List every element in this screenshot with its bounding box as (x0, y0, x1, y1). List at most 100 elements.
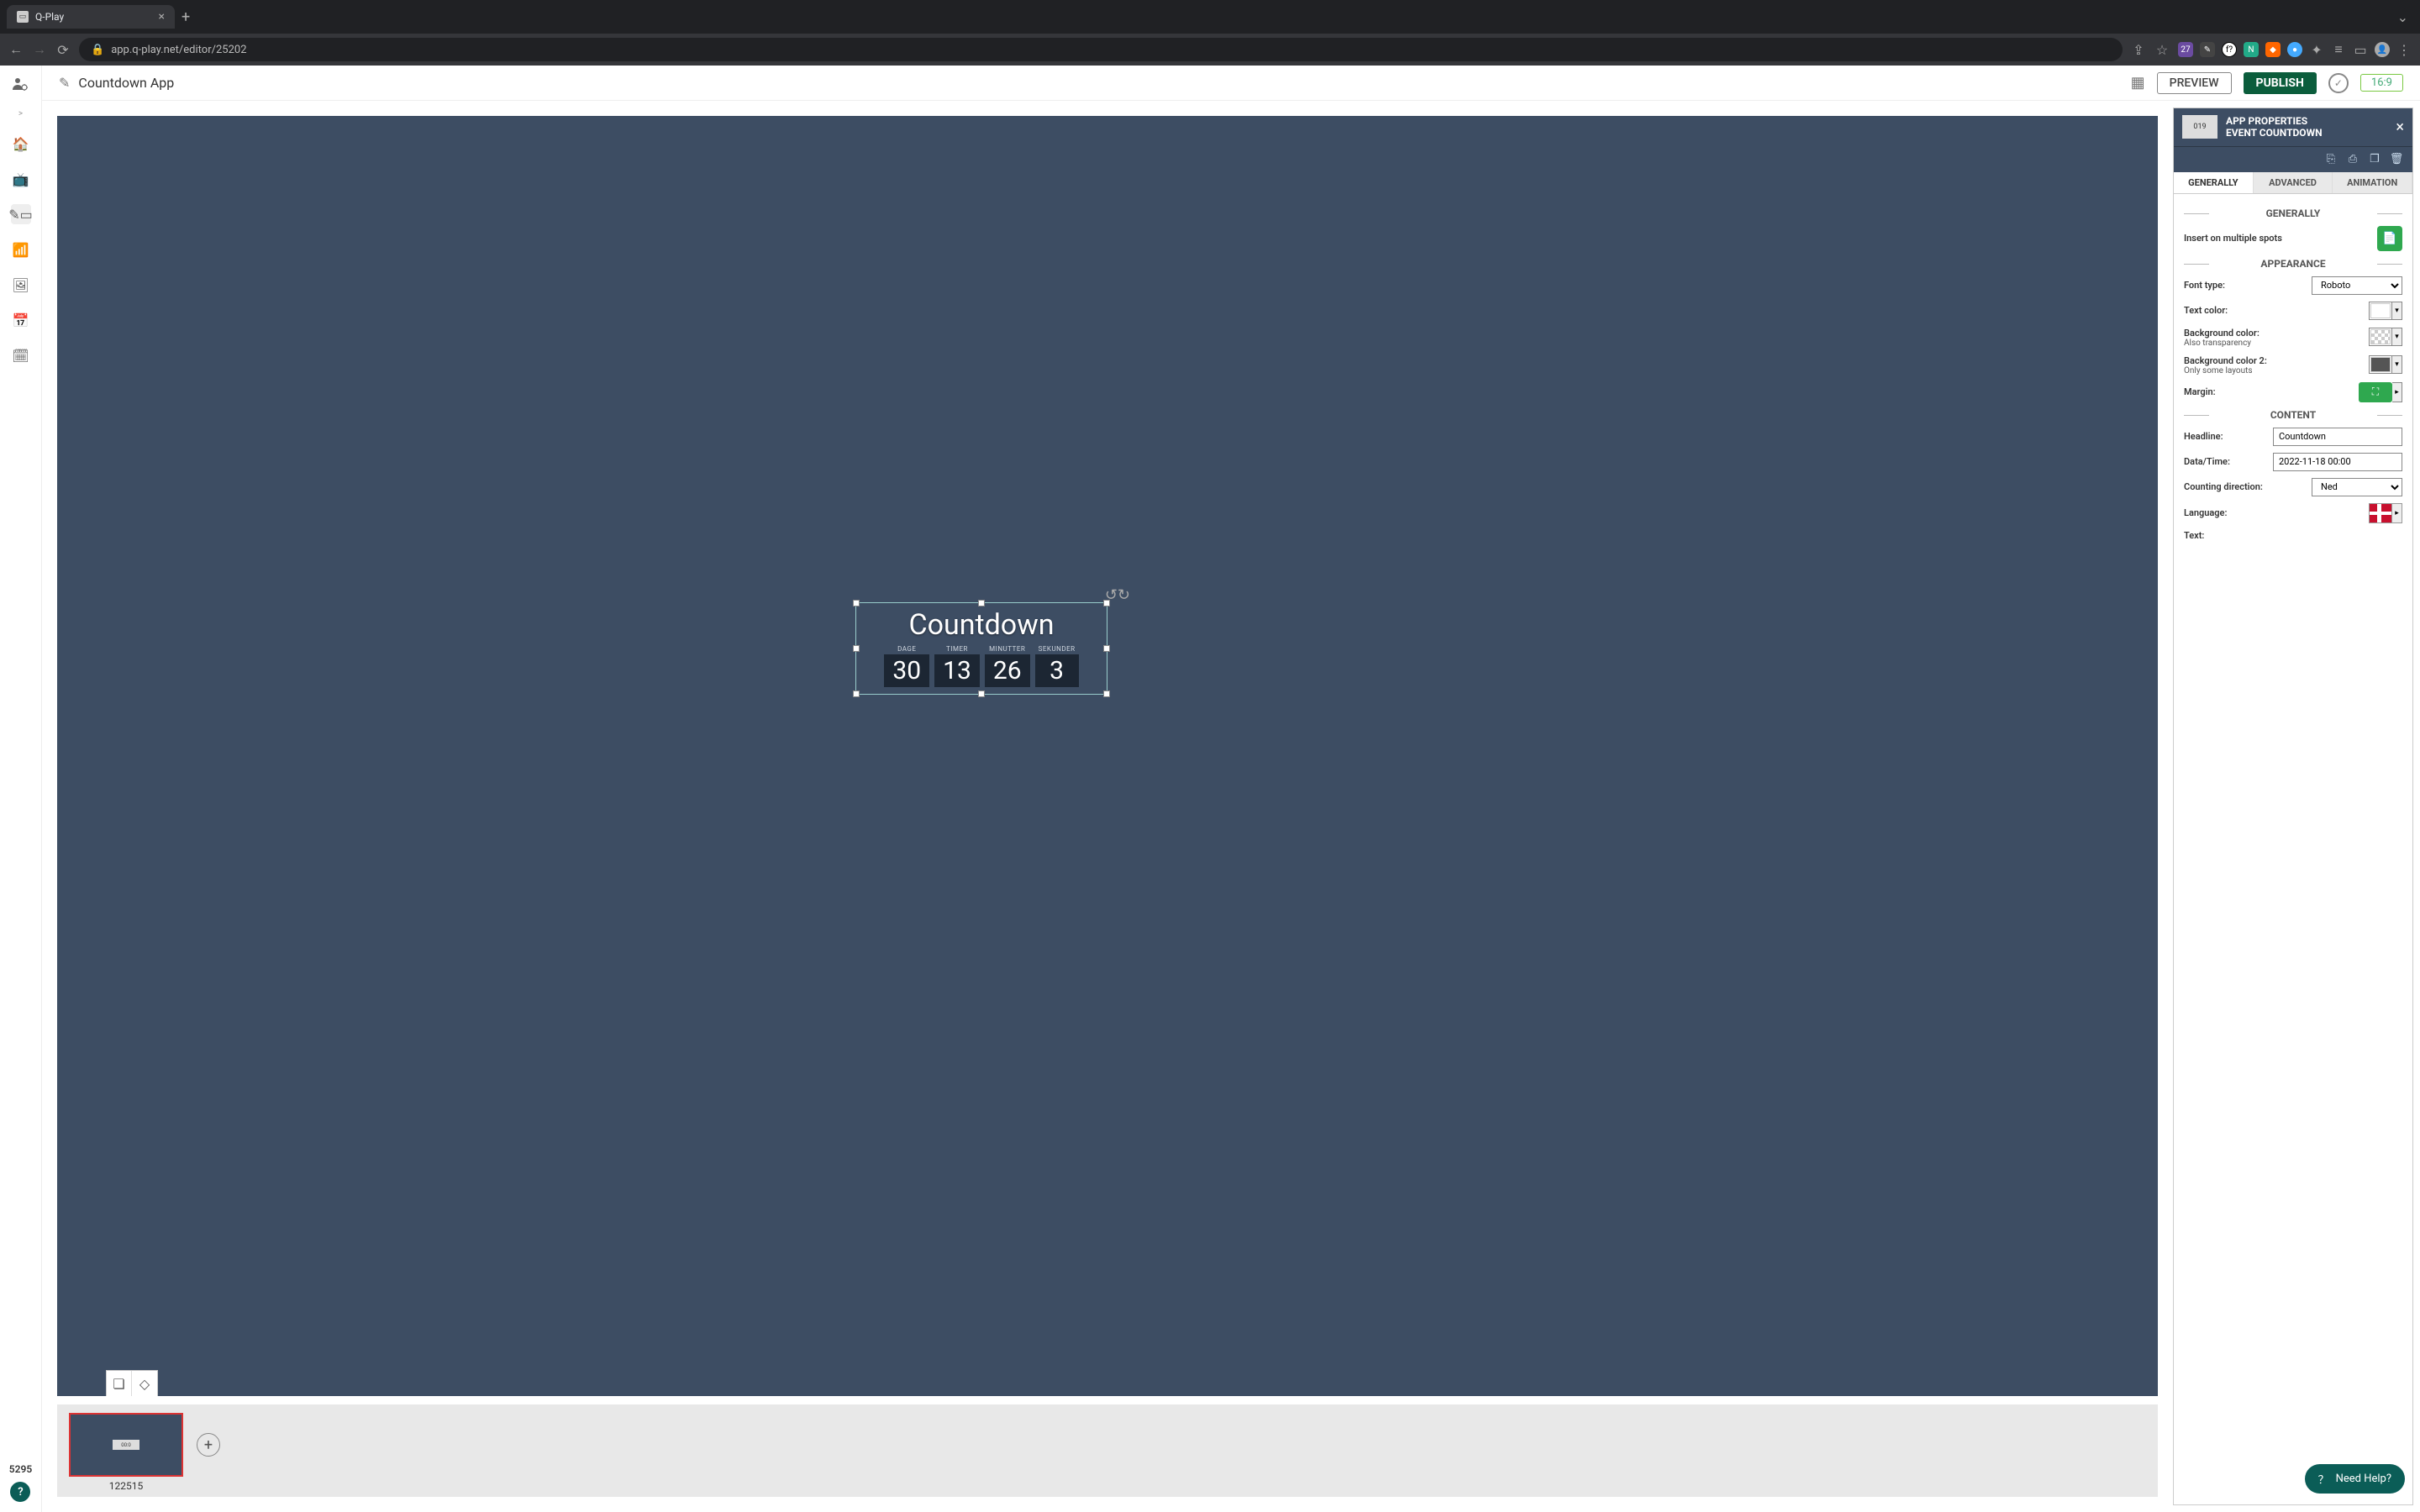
duplicate-tool-icon[interactable]: ❏ (107, 1371, 132, 1396)
margin-expand-icon[interactable]: ▸ (2392, 382, 2402, 402)
need-help-label: Need Help? (2336, 1473, 2391, 1485)
rail-schedule-icon[interactable]: 📅 (11, 310, 31, 330)
resize-handle[interactable] (978, 690, 985, 697)
rail-calendar-icon[interactable]: 🗓 (11, 345, 31, 365)
side-panel-icon[interactable]: ▭ (2353, 42, 2368, 58)
nav-forward-icon[interactable]: → (32, 41, 47, 58)
new-tab-button[interactable]: + (182, 8, 190, 26)
extension-icon[interactable]: ● (2287, 42, 2302, 57)
tab-close-icon[interactable]: × (159, 10, 165, 24)
resize-handle[interactable] (1103, 690, 1110, 697)
extension-icon[interactable]: f? (2222, 42, 2237, 57)
section-appearance: APPEARANCE (2184, 258, 2402, 270)
extension-icon[interactable]: ◆ (2265, 42, 2281, 57)
tab-bar: ▭ Q-Play × + ⌄ (0, 0, 2420, 34)
grid-toggle-icon[interactable]: ▦ (2131, 74, 2145, 92)
bg-color-2-picker[interactable]: ▾ (2369, 355, 2402, 374)
label-margin: Margin: (2184, 386, 2216, 397)
font-type-select[interactable]: Roboto (2312, 276, 2402, 295)
extension-icon[interactable]: 27 (2178, 42, 2193, 57)
rail-user-settings-icon[interactable] (11, 74, 31, 94)
extension-icon[interactable]: N (2244, 42, 2259, 57)
nav-reload-icon[interactable]: ⟳ (55, 42, 71, 58)
help-icon: ？ (2318, 1471, 2329, 1487)
browser-menu-icon[interactable]: ⋮ (2396, 42, 2412, 58)
rail-media-icon[interactable]: 📺 (11, 169, 31, 189)
copy-icon[interactable]: ⎘ (2322, 150, 2340, 169)
resize-handle[interactable] (853, 690, 860, 697)
document-title[interactable]: Countdown App (78, 75, 174, 91)
app-type-icon: 019 (2182, 115, 2217, 139)
nav-back-icon[interactable]: ← (8, 41, 24, 58)
datetime-input[interactable] (2273, 453, 2402, 471)
label-language: Language: (2184, 507, 2227, 518)
text-color-picker[interactable]: ▾ (2369, 302, 2402, 320)
label-direction: Counting direction: (2184, 481, 2263, 492)
paste-icon[interactable]: ⎙ (2344, 150, 2362, 169)
language-picker[interactable]: ▸ (2369, 503, 2402, 523)
resize-handle[interactable] (978, 600, 985, 606)
countdown-headline: Countdown (856, 603, 1107, 642)
canvas[interactable]: ↺↻ Countdown DAGE 30 (57, 116, 2158, 1396)
duplicate-icon[interactable]: ❐ (2365, 150, 2384, 169)
extension-icon[interactable]: ✎ (2200, 42, 2215, 57)
countdown-unit-days: DAGE 30 (884, 645, 929, 687)
extensions-icon[interactable]: ✦ (2309, 42, 2324, 58)
delete-icon[interactable]: 🗑 (2387, 150, 2406, 169)
resize-handle[interactable] (853, 600, 860, 606)
insert-multi-button[interactable]: 📄 (2377, 226, 2402, 251)
countdown-unit-seconds: SEKUNDER 3 (1035, 645, 1079, 687)
rail-expand-icon[interactable]: > (18, 109, 23, 118)
rail-help-icon[interactable]: ? (10, 1482, 30, 1502)
bg-color-picker[interactable]: ▾ (2369, 328, 2402, 346)
slide-thumbnail[interactable]: 00:0 122515 (69, 1413, 183, 1492)
section-content: CONTENT (2184, 409, 2402, 421)
tab-animation[interactable]: ANIMATION (2333, 172, 2412, 193)
bookmark-icon[interactable]: ☆ (2154, 42, 2170, 58)
label-insert-multi: Insert on multiple spots (2184, 233, 2282, 244)
properties-close-icon[interactable]: × (2396, 118, 2404, 136)
url-field[interactable]: 🔒 app.q-play.net/editor/25202 (79, 38, 2123, 61)
properties-title-2: EVENT COUNTDOWN (2226, 127, 2387, 139)
editor-top-bar: ✎ Countdown App ▦ PREVIEW PUBLISH ✓ 16:9 (42, 66, 2420, 101)
countdown-widget-selection[interactable]: ↺↻ Countdown DAGE 30 (855, 602, 1107, 695)
countdown-unit-hours: TIMER 13 (934, 645, 980, 687)
flag-dk-icon (2370, 504, 2391, 522)
label-bg1-sub: Also transparency (2184, 339, 2260, 348)
label-text-color: Text color: (2184, 305, 2228, 316)
properties-header: 019 APP PROPERTIES EVENT COUNTDOWN × (2174, 108, 2412, 147)
properties-icon-bar: ⎘ ⎙ ❐ 🗑 (2174, 147, 2412, 172)
label-datetime: Data/Time: (2184, 456, 2230, 467)
resize-handle[interactable] (1103, 645, 1110, 652)
resize-handle[interactable] (1103, 600, 1110, 606)
status-check-icon[interactable]: ✓ (2328, 73, 2349, 93)
headline-input[interactable] (2273, 428, 2402, 446)
direction-select[interactable]: Ned (2312, 478, 2402, 496)
label-bg2: Background color 2: (2184, 355, 2267, 366)
label-headline: Headline: (2184, 431, 2223, 442)
need-help-button[interactable]: ？ Need Help? (2305, 1464, 2405, 1494)
aspect-ratio-badge[interactable]: 16:9 (2360, 74, 2403, 92)
rail-editor-icon[interactable]: ✎▭ (11, 204, 31, 224)
workspace: ↺↻ Countdown DAGE 30 (42, 101, 2420, 1512)
window-dropdown-icon[interactable]: ⌄ (2392, 9, 2413, 25)
browser-tab[interactable]: ▭ Q-Play × (7, 5, 175, 29)
margin-button[interactable]: ⛶ (2359, 382, 2392, 402)
properties-panel: 019 APP PROPERTIES EVENT COUNTDOWN × ⎘ ⎙… (2173, 108, 2413, 1505)
reading-list-icon[interactable]: ≡ (2331, 41, 2346, 58)
tab-advanced[interactable]: ADVANCED (2254, 172, 2333, 193)
rail-home-icon[interactable]: 🏠 (11, 134, 31, 154)
tab-generally[interactable]: GENERALLY (2174, 172, 2254, 193)
edit-title-icon[interactable]: ✎ (59, 75, 70, 91)
erase-tool-icon[interactable]: ◇ (132, 1371, 157, 1396)
profile-avatar-icon[interactable]: 👤 (2375, 42, 2390, 57)
share-icon[interactable]: ⇪ (2131, 42, 2146, 58)
resize-handle[interactable] (853, 645, 860, 652)
canvas-tools: ❏ ◇ (106, 1370, 158, 1396)
preview-button[interactable]: PREVIEW (2157, 72, 2232, 94)
add-slide-button[interactable]: + (197, 1433, 220, 1457)
document-title-group: ✎ Countdown App (59, 75, 174, 91)
publish-button[interactable]: PUBLISH (2244, 72, 2317, 94)
rail-image-icon[interactable]: 🖼 (11, 275, 31, 295)
rail-cast-icon[interactable]: 📶 (11, 239, 31, 260)
